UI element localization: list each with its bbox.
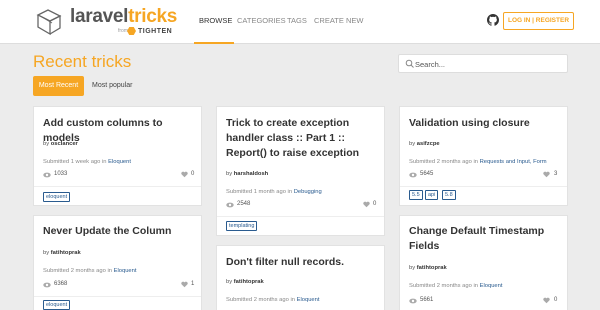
github-icon[interactable] [487, 14, 499, 26]
heart-icon[interactable] [543, 297, 550, 304]
view-count: 1033 [54, 171, 68, 177]
card-divider [34, 186, 201, 187]
card-title[interactable]: Trick to create exception handler class … [226, 116, 384, 161]
card-author: by fatihtoprak [409, 265, 447, 271]
card-author: by harshaldosh [226, 171, 268, 177]
tag-badge[interactable]: eloquent [43, 192, 71, 202]
by-label: by [409, 265, 416, 271]
view-count: 2548 [237, 201, 251, 207]
author-link[interactable]: fatihtoprak [51, 250, 81, 256]
heart-icon[interactable] [543, 171, 550, 178]
search-icon [405, 59, 414, 68]
eye-icon [226, 202, 234, 208]
card-submitted: Submitted 1 month ago in Debugging [226, 189, 322, 195]
heart-icon[interactable] [181, 171, 188, 178]
card-author: by fatihtoprak [43, 250, 81, 256]
eye-icon [43, 282, 51, 288]
card-submitted: Submitted 1 week ago in Eloquent [43, 159, 131, 165]
view-count: 5645 [420, 171, 434, 177]
submitted-text: Submitted 1 month ago in [226, 189, 293, 195]
category-link[interactable]: Eloquent [480, 283, 503, 289]
by-label: by [409, 141, 416, 147]
author-link[interactable]: fatihtoprak [417, 265, 447, 271]
card-title[interactable]: Never Update the Column [43, 224, 198, 239]
trick-card[interactable]: Don't filter null records. by fatihtopra… [216, 245, 385, 310]
card-author: by asifzcpe [409, 141, 440, 147]
view-count: 5661 [420, 297, 434, 303]
card-divider [400, 186, 567, 187]
like-count: 0 [373, 201, 377, 207]
filter-most-popular[interactable]: Most popular [92, 76, 132, 96]
card-submitted: Submitted 2 months ago in Eloquent [226, 297, 319, 303]
by-label: by [226, 171, 233, 177]
author-link[interactable]: harshaldosh [234, 171, 268, 177]
trick-card[interactable]: Change Default Timestamp Fields by fatih… [399, 215, 568, 310]
login-register-button[interactable]: LOG IN | REGISTER [503, 12, 574, 30]
nav-categories[interactable]: CATEGORIES [237, 16, 286, 25]
submitted-text: Submitted 2 months ago in [43, 268, 112, 274]
like-count: 0 [554, 297, 558, 303]
by-label: by [43, 141, 50, 147]
card-title[interactable]: Change Default Timestamp Fields [409, 224, 564, 254]
trick-card[interactable]: Validation using closure by asifzcpe Sub… [399, 106, 568, 206]
category-link[interactable]: Requests and Input, Form [480, 159, 547, 165]
card-title[interactable]: Don't filter null records. [226, 255, 384, 270]
brand-name-part2: tricks [128, 6, 178, 27]
submitted-text: Submitted 1 week ago in [43, 159, 107, 165]
trick-card[interactable]: Trick to create exception handler class … [216, 106, 385, 236]
tag-badge[interactable]: eloquent [43, 300, 71, 310]
like-count: 0 [191, 171, 195, 177]
nav-tags[interactable]: TAGS [287, 16, 307, 25]
card-title[interactable]: Validation using closure [409, 116, 564, 131]
trick-card[interactable]: Never Update the Column by fatihtoprak S… [33, 215, 202, 310]
eye-icon [43, 172, 51, 178]
card-submitted: Submitted 2 months ago in Eloquent [43, 268, 136, 274]
page-title: Recent tricks [33, 52, 132, 71]
author-link[interactable]: fatihtoprak [234, 279, 264, 285]
search-input[interactable] [415, 57, 563, 71]
nav-active-indicator [194, 42, 234, 44]
submitted-text: Submitted 2 months ago in [226, 297, 295, 303]
card-submitted: Submitted 2 months ago in Requests and I… [409, 159, 547, 165]
tighten-badge: TIGHTEN [127, 26, 172, 36]
by-label: by [43, 250, 50, 256]
eye-icon [409, 298, 417, 304]
card-author: by oscIancer [43, 141, 78, 147]
card-author: by fatihtoprak [226, 279, 264, 285]
view-count: 6368 [54, 281, 68, 287]
brand-wordmark[interactable]: laraveltricks [70, 6, 177, 28]
like-count: 1 [191, 281, 195, 287]
category-link[interactable]: Eloquent [297, 297, 320, 303]
like-count: 3 [554, 171, 558, 177]
card-divider [34, 296, 201, 297]
tag-badge[interactable]: templating [226, 221, 258, 231]
submitted-text: Submitted 2 months ago in [409, 159, 478, 165]
tag-badge[interactable]: 5.5 [409, 190, 423, 200]
tag-badge[interactable]: api [425, 190, 439, 200]
by-label: by [226, 279, 233, 285]
tag-badge[interactable]: 5.8 [442, 190, 456, 200]
heart-icon[interactable] [181, 281, 188, 288]
filter-most-recent[interactable]: Most Recent [33, 76, 84, 96]
eye-icon [409, 172, 417, 178]
brand-name-part1: laravel [70, 6, 129, 27]
card-divider [217, 216, 384, 217]
heart-icon[interactable] [363, 201, 370, 208]
author-link[interactable]: asifzcpe [417, 141, 440, 147]
category-link[interactable]: Debugging [294, 189, 322, 195]
top-navbar: laraveltricks from TIGHTEN BROWSE CATEGO… [0, 0, 600, 44]
trick-card[interactable]: Add custom columns to models by oscIance… [33, 106, 202, 206]
nav-create-new[interactable]: CREATE NEW [314, 16, 363, 25]
category-link[interactable]: Eloquent [108, 159, 131, 165]
search-box[interactable] [398, 54, 568, 73]
category-link[interactable]: Eloquent [114, 268, 137, 274]
tighten-hex-icon [127, 26, 136, 36]
tighten-label: TIGHTEN [138, 27, 173, 35]
nav-browse[interactable]: BROWSE [199, 16, 232, 25]
card-submitted: Submitted 2 months ago in Eloquent [409, 283, 502, 289]
author-link[interactable]: oscIancer [51, 141, 78, 147]
submitted-text: Submitted 2 months ago in [409, 283, 478, 289]
laravel-logo-icon[interactable] [34, 9, 64, 37]
